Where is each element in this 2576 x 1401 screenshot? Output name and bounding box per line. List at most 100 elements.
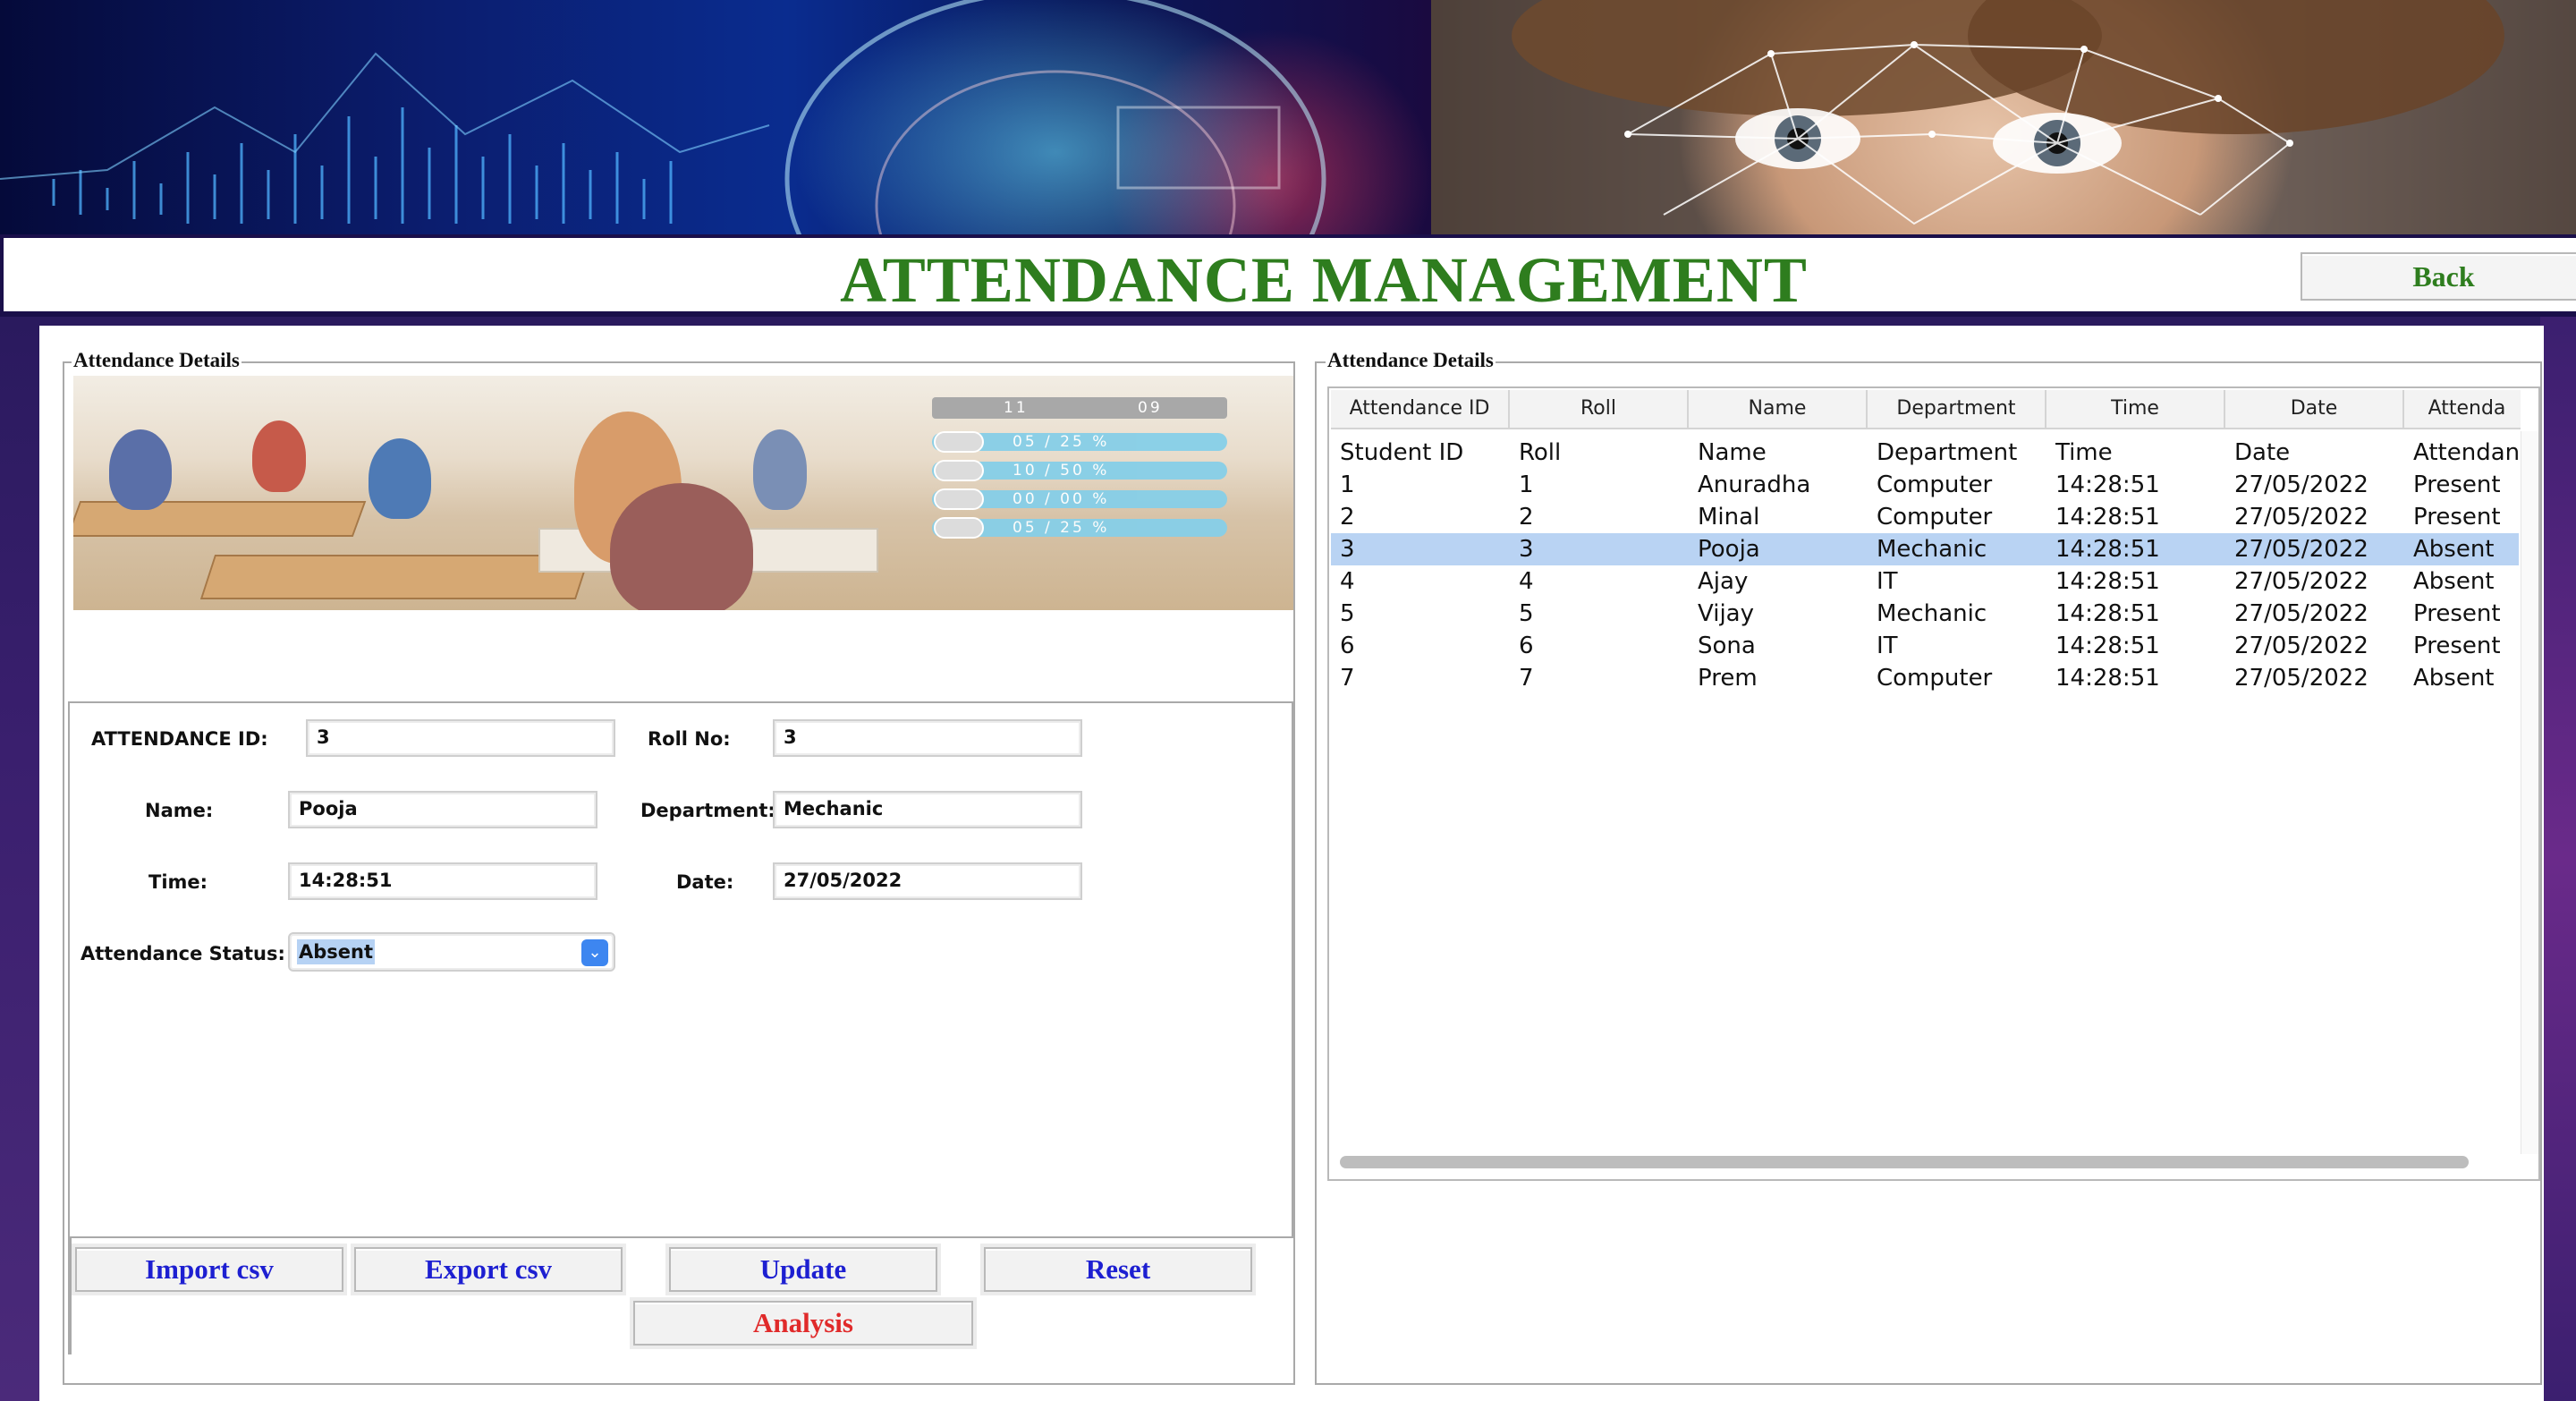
department-input[interactable]: Mechanic xyxy=(773,791,1082,828)
table-cell: 14:28:51 xyxy=(2055,568,2160,595)
table-cell: Present xyxy=(2413,471,2501,498)
right-group-legend: Attendance Details xyxy=(1326,349,1496,372)
table-cell: 27/05/2022 xyxy=(2234,536,2368,563)
table-row[interactable]: 3 3 Pooja Mechanic 14:28:51 27/05/2022 Absent xyxy=(1331,533,2519,565)
table-cell: 7 xyxy=(1340,665,1355,692)
table-cell: IT xyxy=(1877,568,1898,595)
table-cell: 14:28:51 xyxy=(2055,600,2160,627)
column-header-time[interactable]: Time xyxy=(2046,390,2225,428)
table-cell: 6 xyxy=(1519,633,1534,659)
table-row[interactable]: Student ID Roll Name Department Time Date Atte… xyxy=(1331,437,2521,469)
face-icon xyxy=(934,517,984,539)
table-header: Attendance ID Roll Name Department Time … xyxy=(1331,390,2521,429)
table-cell: Prem xyxy=(1698,665,1758,692)
roll-no-input[interactable]: 3 xyxy=(773,719,1082,757)
face-icon xyxy=(934,488,984,510)
table-row[interactable]: 1 1 Anuradha Computer 14:28:51 27/05/2022 Pres… xyxy=(1331,469,2519,501)
table-cell: 27/05/2022 xyxy=(2234,665,2368,692)
table-cell: Mechanic xyxy=(1877,536,1987,563)
table-cell: 3 xyxy=(1340,536,1355,563)
date-input[interactable]: 27/05/2022 xyxy=(773,862,1082,900)
table-cell: Present xyxy=(2413,633,2501,659)
table-cell: Computer xyxy=(1877,471,1993,498)
table-cell: Absent xyxy=(2413,665,2495,692)
table-cell: 4 xyxy=(1519,568,1534,595)
table-cell: 1 xyxy=(1519,471,1534,498)
table-cell: Student ID xyxy=(1340,439,1464,466)
table-cell: Attendanc xyxy=(2413,439,2521,466)
column-header-attendance[interactable]: Attenda xyxy=(2404,390,2529,428)
table-cell: 27/05/2022 xyxy=(2234,471,2368,498)
attendance-id-input[interactable]: 3 xyxy=(306,719,615,757)
column-header-date[interactable]: Date xyxy=(2225,390,2404,428)
table-cell: 5 xyxy=(1519,600,1534,627)
table-cell: Minal xyxy=(1698,504,1760,531)
image-stat-top-right: 09 xyxy=(1138,399,1163,417)
column-header-department[interactable]: Department xyxy=(1868,390,2046,428)
table-cell: 3 xyxy=(1519,536,1534,563)
back-button[interactable]: Back xyxy=(2301,252,2576,301)
table-cell: Ajay xyxy=(1698,568,1749,595)
table-cell: 27/05/2022 xyxy=(2234,504,2368,531)
table-cell: 14:28:51 xyxy=(2055,665,2160,692)
table-row[interactable]: 5 5 Vijay Mechanic 14:28:51 27/05/2022 Present xyxy=(1331,598,2519,630)
vertical-scrollbar[interactable] xyxy=(2521,431,2538,1154)
attendance-id-label: ATTENDANCE ID: xyxy=(91,728,268,750)
reset-button[interactable]: Reset xyxy=(984,1247,1252,1292)
update-button[interactable]: Update xyxy=(669,1247,937,1292)
attendance-status-value: Absent xyxy=(297,939,376,964)
date-label: Date: xyxy=(676,871,734,893)
table-cell: 27/05/2022 xyxy=(2234,568,2368,595)
column-header-roll[interactable]: Roll xyxy=(1510,390,1689,428)
table-cell: 2 xyxy=(1519,504,1534,531)
page-title: ATTENDANCE MANAGEMENT xyxy=(840,244,1808,316)
table-cell: Roll xyxy=(1519,439,1562,466)
table-cell: Absent xyxy=(2413,536,2495,563)
table-cell: 6 xyxy=(1340,633,1355,659)
attendance-status-select[interactable]: Absent ⌄ xyxy=(288,932,615,972)
table-row[interactable]: 6 6 Sona IT 14:28:51 27/05/2022 Present xyxy=(1331,630,2519,662)
table-cell: 14:28:51 xyxy=(2055,471,2160,498)
table-cell: 14:28:51 xyxy=(2055,633,2160,659)
table-cell: 2 xyxy=(1340,504,1355,531)
attendance-table[interactable]: Attendance ID Roll Name Department Time … xyxy=(1327,386,2540,1181)
table-cell: Sona xyxy=(1698,633,1756,659)
analysis-button[interactable]: Analysis xyxy=(633,1301,973,1346)
table-cell: 27/05/2022 xyxy=(2234,600,2368,627)
table-cell: 7 xyxy=(1519,665,1534,692)
name-input[interactable]: Pooja xyxy=(288,791,597,828)
face-icon xyxy=(934,460,984,481)
table-cell: Absent xyxy=(2413,568,2495,595)
table-row[interactable]: 2 2 Minal Computer 14:28:51 27/05/2022 Present xyxy=(1331,501,2519,533)
table-row[interactable]: 7 7 Prem Computer 14:28:51 27/05/2022 Absent xyxy=(1331,662,2519,694)
table-cell: IT xyxy=(1877,633,1898,659)
column-header-attendance-id[interactable]: Attendance ID xyxy=(1331,390,1510,428)
table-cell: 27/05/2022 xyxy=(2234,633,2368,659)
roll-no-label: Roll No: xyxy=(648,728,731,750)
background-decoration xyxy=(2540,317,2576,1401)
table-cell: 14:28:51 xyxy=(2055,504,2160,531)
time-label: Time: xyxy=(148,871,208,893)
table-cell: 5 xyxy=(1340,600,1355,627)
table-cell: Computer xyxy=(1877,665,1993,692)
chevron-down-icon[interactable]: ⌄ xyxy=(581,939,608,966)
table-row[interactable]: 4 4 Ajay IT 14:28:51 27/05/2022 Absent xyxy=(1331,565,2519,598)
table-cell: Mechanic xyxy=(1877,600,1987,627)
horizontal-scrollbar[interactable] xyxy=(1340,1156,2469,1168)
name-label: Name: xyxy=(145,800,214,821)
button-area-frame xyxy=(68,1238,72,1354)
department-label: Department: xyxy=(640,800,775,821)
table-cell: Time xyxy=(2055,439,2113,466)
attendance-form-panel xyxy=(68,701,1293,1238)
image-stat-text: 05 / 25 % xyxy=(1013,519,1110,537)
table-cell: Anuradha xyxy=(1698,471,1811,498)
banner-ai-face-image xyxy=(0,0,1431,234)
left-group-legend: Attendance Details xyxy=(72,349,242,372)
table-cell: 4 xyxy=(1340,568,1355,595)
banner-face-recognition-image xyxy=(1431,0,2576,234)
time-input[interactable]: 14:28:51 xyxy=(288,862,597,900)
column-header-name[interactable]: Name xyxy=(1689,390,1868,428)
import-csv-button[interactable]: Import csv xyxy=(75,1247,343,1292)
export-csv-button[interactable]: Export csv xyxy=(354,1247,623,1292)
image-stat-text: 10 / 50 % xyxy=(1013,462,1110,480)
